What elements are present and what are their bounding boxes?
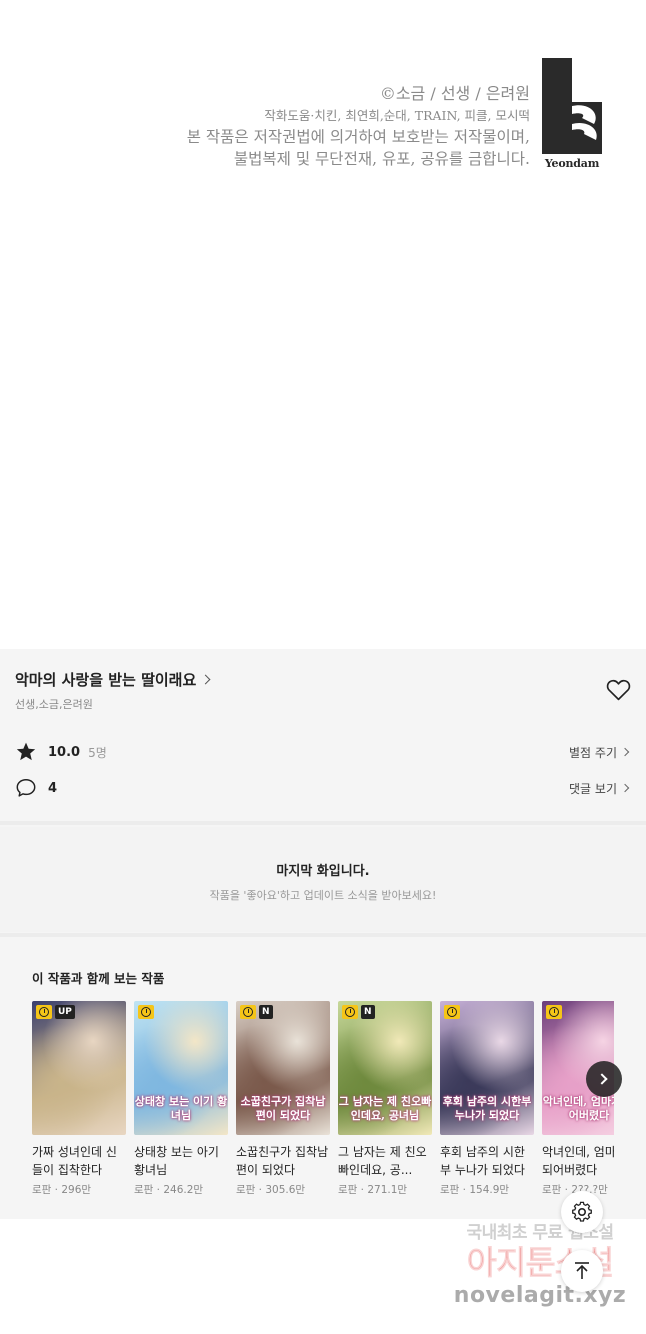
card-meta: 로판 · 246.2만 bbox=[134, 1184, 204, 1196]
recommendation-card[interactable]: 후회 남주의 시한부 누나가 되었다 후회 남주의 시한부 누나가 되었다 로판 ·… bbox=[440, 1001, 534, 1197]
cover-title: 소꿉친구가 집착남편이 되었다 bbox=[240, 1095, 326, 1122]
work-title: 악마의 사랑을 받는 딸이래요 bbox=[15, 671, 197, 689]
clock-icon bbox=[546, 1005, 562, 1019]
rating-count: 5명 bbox=[88, 745, 107, 760]
publisher-name: Yeondam bbox=[544, 157, 600, 170]
chevron-right-icon bbox=[620, 747, 630, 757]
comment-row: 4 댓글 보기 bbox=[15, 774, 631, 802]
recommendation-carousel: UP 가짜 성녀인데 신들이 집착한다로판 · 296만 상태창 보는 이기 황녀님… bbox=[32, 1001, 614, 1211]
work-authors: 선생,소금,은려원 bbox=[15, 698, 93, 711]
copyright-notice-2: 불법복제 및 무단전재, 유포, 공유를 금합니다. bbox=[233, 150, 530, 168]
rate-button[interactable]: 별점 주기 bbox=[569, 744, 631, 761]
status-badge: N bbox=[259, 1005, 273, 1019]
cover-image: 후회 남주의 시한부 누나가 되었다 bbox=[440, 1001, 534, 1135]
publisher-logo: Yeondam bbox=[542, 58, 602, 172]
cover-image: N 그 남자는 제 친오빠인데요, 공녀님 bbox=[338, 1001, 432, 1135]
watermark: 국내최초 무료 웹소설 아지툰소설 novelagit.xyz bbox=[440, 1218, 640, 1328]
recommendation-card[interactable]: 악녀인데, 엄마가 되어버렸다악녀인데, 엄마가 되어버렸다로판 · 2??.?… bbox=[542, 1001, 614, 1197]
settings-button[interactable] bbox=[561, 1191, 603, 1233]
chevron-right-icon bbox=[596, 1073, 608, 1085]
status-badge: UP bbox=[55, 1005, 75, 1019]
recommendation-card[interactable]: 상태창 보는 이기 황녀님상태창 보는 아기 황녀님로판 · 246.2만 bbox=[134, 1001, 228, 1197]
status-badge: N bbox=[361, 1005, 375, 1019]
credit-assistants: 작화도움·치킨, 최연희,순대, TRAIN, 피클, 모시떡 bbox=[264, 108, 530, 123]
comment-icon bbox=[16, 779, 36, 797]
divider bbox=[0, 821, 646, 825]
card-meta: 로판 · 154.9만 bbox=[440, 1184, 510, 1196]
cover-title: 상태창 보는 이기 황녀님 bbox=[134, 1095, 228, 1122]
card-meta: 로판 · 305.6만 bbox=[236, 1184, 306, 1196]
chevron-right-icon bbox=[620, 783, 630, 793]
watermark-line3: novelagit.xyz bbox=[453, 1283, 627, 1308]
recommendation-card[interactable]: N 소꿉친구가 집착남편이 되었다 소꿉친구가 집착남편이 되었다 로판 · 305.… bbox=[236, 1001, 330, 1197]
comment-count: 4 bbox=[48, 780, 58, 796]
cover-title: 악녀인데, 엄마가 되어버렸다 bbox=[542, 1095, 614, 1122]
card-title: 가짜 성녀인데 신들이 집착한다 bbox=[32, 1145, 117, 1177]
clock-icon bbox=[240, 1005, 256, 1019]
cover-title: 후회 남주의 시한부 누나가 되었다 bbox=[442, 1095, 532, 1122]
work-title-link[interactable]: 악마의 사랑을 받는 딸이래요 bbox=[15, 669, 211, 690]
badge-group bbox=[546, 1005, 562, 1019]
badge-group bbox=[444, 1005, 460, 1019]
card-title: 소꿉친구가 집착남편이 되었다 bbox=[236, 1145, 329, 1177]
last-episode-notice: 마지막 화입니다. 작품을 '좋아요'하고 업데이트 소식을 받아보세요! bbox=[0, 827, 646, 932]
yeondam-logo-mark bbox=[542, 58, 602, 154]
credit-authors: ©소금 / 선생 / 은려원 bbox=[379, 84, 530, 103]
cover-image: UP bbox=[32, 1001, 126, 1135]
clock-icon bbox=[444, 1005, 460, 1019]
divider bbox=[0, 933, 646, 937]
rate-button-label: 별점 주기 bbox=[569, 745, 617, 760]
work-info: 악마의 사랑을 받는 딸이래요 선생,소금,은려원 10.0 5명 별점 주기 … bbox=[0, 649, 646, 819]
badge-group bbox=[138, 1005, 154, 1019]
clock-icon bbox=[342, 1005, 358, 1019]
view-comments-label: 댓글 보기 bbox=[569, 781, 617, 796]
recommendation-card[interactable]: N 그 남자는 제 친오빠인데요, 공녀님그 남자는 제 친오빠인데요, 공...… bbox=[338, 1001, 432, 1197]
clock-icon bbox=[138, 1005, 154, 1019]
badge-group: N bbox=[342, 1005, 375, 1019]
card-title: 상태창 보는 아기 황녀님 bbox=[134, 1145, 219, 1177]
card-meta: 로판 · 271.1만 bbox=[338, 1184, 408, 1196]
scroll-top-button[interactable] bbox=[561, 1250, 603, 1292]
watermark-line1: 국내최초 무료 웹소설 bbox=[466, 1223, 614, 1243]
clock-icon bbox=[36, 1005, 52, 1019]
cover-image: 상태창 보는 이기 황녀님 bbox=[134, 1001, 228, 1135]
recommendations-heading: 이 작품과 함께 보는 작품 bbox=[32, 971, 165, 986]
copyright-notice: 본 작품은 저작권법에 의거하여 보호받는 저작물이며, bbox=[186, 128, 530, 146]
rating-value: 10.0 bbox=[48, 744, 81, 760]
recommendations: 이 작품과 함께 보는 작품 UP 가짜 성녀인데 신들이 집착한다로판 · 29… bbox=[0, 938, 646, 1219]
badge-group: N bbox=[240, 1005, 273, 1019]
card-title: 악녀인데, 엄마가 되어버렸다 bbox=[542, 1145, 614, 1177]
recommendation-card[interactable]: UP 가짜 성녀인데 신들이 집착한다로판 · 296만 bbox=[32, 1001, 126, 1197]
last-episode-title: 마지막 화입니다. bbox=[276, 864, 370, 879]
credit-text: ©소금 / 선생 / 은려원 작화도움·치킨, 최연희,순대, TRAIN, 피… bbox=[187, 82, 530, 170]
last-episode-subtitle: 작품을 '좋아요'하고 업데이트 소식을 받아보세요! bbox=[209, 889, 437, 902]
cover-image: N 소꿉친구가 집착남편이 되었다 bbox=[236, 1001, 330, 1135]
arrow-up-icon bbox=[575, 1262, 589, 1279]
card-meta: 로판 · 296만 bbox=[32, 1184, 92, 1196]
card-title: 후회 남주의 시한부 누나가 되었다 bbox=[440, 1145, 525, 1177]
cover-title: 그 남자는 제 친오빠인데요, 공녀님 bbox=[338, 1095, 432, 1122]
star-icon bbox=[16, 742, 36, 761]
carousel-next-button[interactable] bbox=[586, 1061, 622, 1097]
chevron-right-icon bbox=[200, 674, 211, 685]
episode-end-panel: 악마의 사랑을 받는 딸이래요 선생,소금,은려원 10.0 5명 별점 주기 … bbox=[0, 649, 646, 1219]
view-comments-button[interactable]: 댓글 보기 bbox=[569, 780, 631, 797]
heart-icon[interactable] bbox=[606, 678, 631, 701]
watermark-line2: 아지툰소설 bbox=[466, 1243, 615, 1283]
card-title: 그 남자는 제 친오빠인데요, 공... bbox=[338, 1145, 427, 1177]
gear-icon bbox=[572, 1201, 592, 1222]
rating-row: 10.0 5명 별점 주기 bbox=[15, 738, 631, 766]
badge-group: UP bbox=[36, 1005, 75, 1019]
